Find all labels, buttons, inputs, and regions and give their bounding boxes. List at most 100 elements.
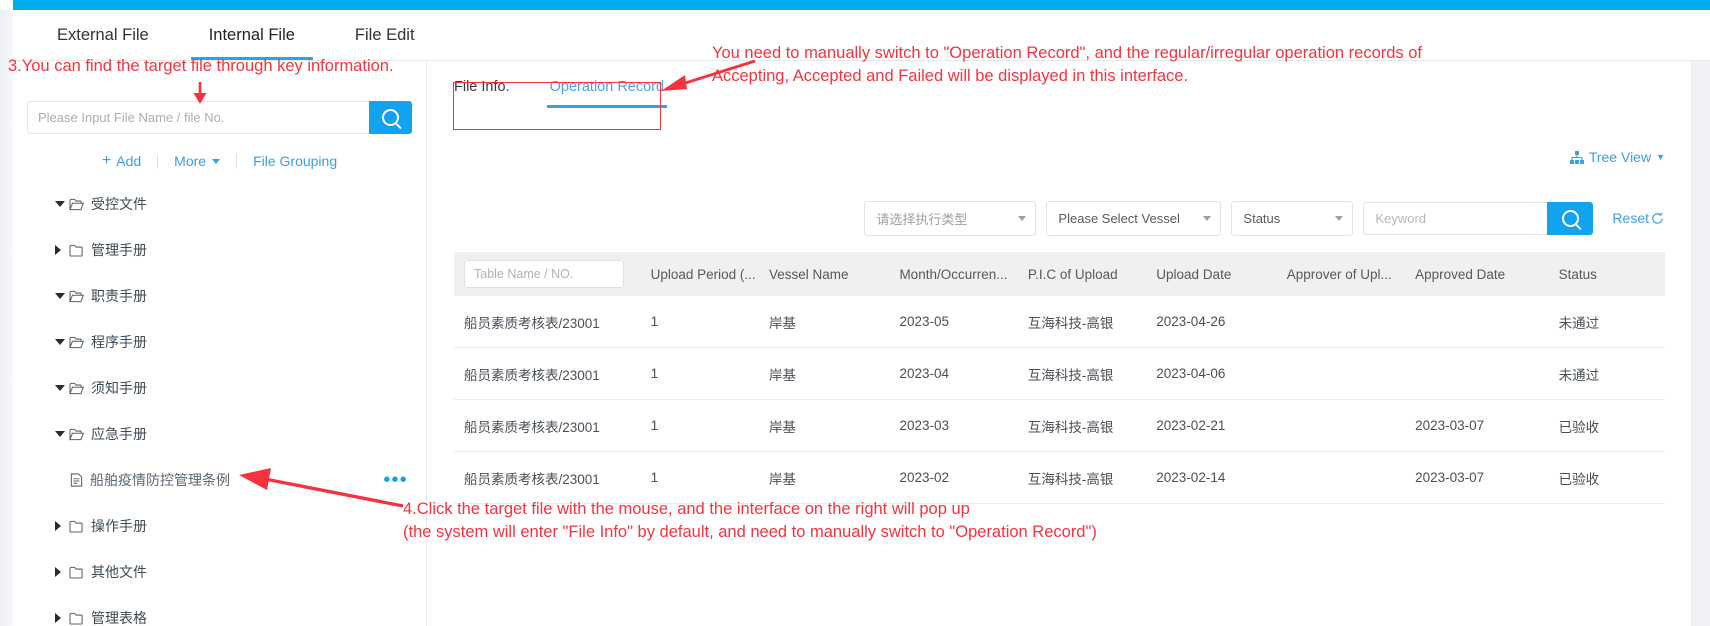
file-search-row <box>27 101 412 134</box>
exec-type-select[interactable]: 请选择执行类型 <box>864 200 1037 236</box>
cell-upload-period: 1 <box>646 347 766 400</box>
cell-vessel-name: 岸基 <box>765 347 896 400</box>
status-value: Status <box>1243 210 1281 226</box>
cell-approved-date <box>1411 296 1555 348</box>
folder-icon <box>69 520 84 533</box>
tree-folder-item[interactable]: 职责手册 <box>13 273 426 319</box>
table-header-upload-date: Upload Date <box>1152 252 1283 296</box>
cell-upload-date: 2023-02-21 <box>1152 399 1283 452</box>
table-row[interactable]: 船员素质考核表/23001 1 岸基 2023-03 互海科技-高银 2023-02-21… <box>454 399 1665 452</box>
action-file-grouping[interactable]: File Grouping <box>237 153 353 169</box>
tree-item-label: 操作手册 <box>91 518 147 534</box>
caret-down-icon[interactable] <box>55 201 65 207</box>
folder-open-icon <box>69 290 84 303</box>
cell-status: 已验收 <box>1554 399 1665 452</box>
tree-item-label: 受控文件 <box>91 196 147 212</box>
cell-vessel-name: 岸基 <box>765 399 896 452</box>
tree-folder-item[interactable]: 其他文件 <box>13 549 426 595</box>
plus-icon: + <box>101 152 112 169</box>
cell-pic-of-upload: 互海科技-高银 <box>1023 347 1153 400</box>
table-header-label: Approver of Upl... <box>1286 266 1392 282</box>
tree-item-label: 应急手册 <box>91 426 147 442</box>
table-name-filter-input[interactable] <box>464 260 624 288</box>
search-icon <box>1561 209 1579 227</box>
refresh-icon <box>1650 211 1665 226</box>
folder-open-icon <box>69 198 84 211</box>
tree-folder-item[interactable]: 受控文件 <box>13 181 426 227</box>
cell-upload-period: 1 <box>646 296 766 348</box>
status-select[interactable]: Status <box>1231 200 1354 236</box>
top-tab-file-edit[interactable]: File Edit <box>351 10 419 60</box>
cell-approved-date: 2023-03-07 <box>1411 399 1555 452</box>
tree-folder-item[interactable]: 管理表格 <box>13 595 426 626</box>
action-add[interactable]: + Add <box>86 152 157 170</box>
file-search-input[interactable] <box>27 101 369 134</box>
folder-icon <box>69 566 84 579</box>
caret-down-icon[interactable] <box>55 293 65 299</box>
cell-table-name: 船员素质考核表/23001 <box>454 347 647 400</box>
table-row[interactable]: 船员素质考核表/23001 1 岸基 2023-05 互海科技-高银 2023-04-26… <box>454 296 1665 348</box>
detail-tabs: File Info. Operation Record <box>454 79 668 119</box>
table-header-row: Upload Period (... Vessel Name Month/Occur… <box>454 252 1665 296</box>
tree-item-label: 管理表格 <box>91 610 147 626</box>
caret-down-icon[interactable] <box>55 385 65 391</box>
table-header-pic-of-upload: P.I.C of Upload <box>1023 252 1153 296</box>
record-search-button[interactable] <box>1547 201 1594 235</box>
detail-tab-file-info[interactable]: File Info. <box>454 79 510 108</box>
cell-approver-of-upload <box>1282 296 1412 348</box>
reset-button[interactable]: Reset <box>1612 210 1665 226</box>
caret-right-icon[interactable] <box>55 613 61 623</box>
cell-month-occurrence: 2023-03 <box>895 399 1024 452</box>
tree-item-label: 其他文件 <box>91 564 147 580</box>
caret-right-icon[interactable] <box>55 245 61 255</box>
caret-right-icon[interactable] <box>55 567 61 577</box>
cell-upload-date: 2023-04-26 <box>1152 296 1283 348</box>
cell-approver-of-upload <box>1282 451 1412 504</box>
cell-pic-of-upload: 互海科技-高银 <box>1023 399 1153 452</box>
folder-open-icon <box>69 336 84 349</box>
top-tab-internal-file[interactable]: Internal File <box>190 10 314 60</box>
tree-folder-item[interactable]: 须知手册 <box>13 365 426 411</box>
table-header-table-name <box>454 252 647 296</box>
file-actions-row: + Add More File Grouping <box>27 149 412 173</box>
tree-item-label: 职责手册 <box>91 288 147 304</box>
tree-folder-item[interactable]: 操作手册 <box>13 503 426 549</box>
tree-folder-item[interactable]: 应急手册 <box>13 411 426 457</box>
tree-folder-item[interactable]: 管理手册 <box>13 227 426 273</box>
tree-file-item[interactable]: 船舶疫情防控管理条例 ••• <box>13 457 426 503</box>
caret-right-icon[interactable] <box>55 521 61 531</box>
file-search-button[interactable] <box>369 101 412 134</box>
folder-icon <box>69 612 84 625</box>
sitemap-icon <box>1569 150 1584 164</box>
action-label: File Grouping <box>253 153 338 169</box>
top-tab-external-file[interactable]: External File <box>53 10 153 60</box>
table-header-label: Approved Date <box>1415 266 1506 282</box>
cell-table-name: 船员素质考核表/23001 <box>454 296 647 348</box>
tree-folder-item[interactable]: 程序手册 <box>13 319 426 365</box>
cell-table-name: 船员素质考核表/23001 <box>454 399 647 452</box>
app-top-accent-bar <box>13 0 1710 10</box>
caret-down-icon[interactable] <box>55 339 65 345</box>
tree-item-label: 船舶疫情防控管理条例 <box>90 472 230 488</box>
caret-down-icon[interactable] <box>55 431 65 437</box>
vessel-select[interactable]: Please Select Vessel <box>1046 200 1222 236</box>
table-row[interactable]: 船员素质考核表/23001 1 岸基 2023-04 互海科技-高银 2023-04-06… <box>454 347 1665 400</box>
table-header-label: Upload Period (... <box>650 266 756 282</box>
search-icon <box>382 109 399 126</box>
keyword-input[interactable] <box>1363 201 1549 235</box>
tree-view-button[interactable]: Tree View ▼ <box>1569 149 1665 165</box>
action-more[interactable]: More <box>158 153 236 169</box>
table-header-approver-of-upload: Approver of Upl... <box>1282 252 1412 296</box>
table-row[interactable]: 船员素质考核表/23001 1 岸基 2023-02 互海科技-高银 2023-02-14… <box>454 451 1665 504</box>
tree-item-more-button[interactable]: ••• <box>384 470 408 490</box>
cell-vessel-name: 岸基 <box>765 296 896 348</box>
detail-tab-operation-record[interactable]: Operation Record <box>546 79 668 108</box>
cell-status: 未通过 <box>1554 296 1665 348</box>
cell-approver-of-upload <box>1282 399 1412 452</box>
file-tree-panel: +Add More File Grouping 受控文件管理手册职责手册程序手册须知… <box>13 61 427 626</box>
chevron-down-icon <box>1335 215 1344 221</box>
folder-open-icon <box>69 428 84 441</box>
cell-month-occurrence: 2023-02 <box>895 451 1024 504</box>
chevron-down-icon: ▼ <box>1656 152 1665 162</box>
cell-pic-of-upload: 互海科技-高银 <box>1023 451 1153 504</box>
